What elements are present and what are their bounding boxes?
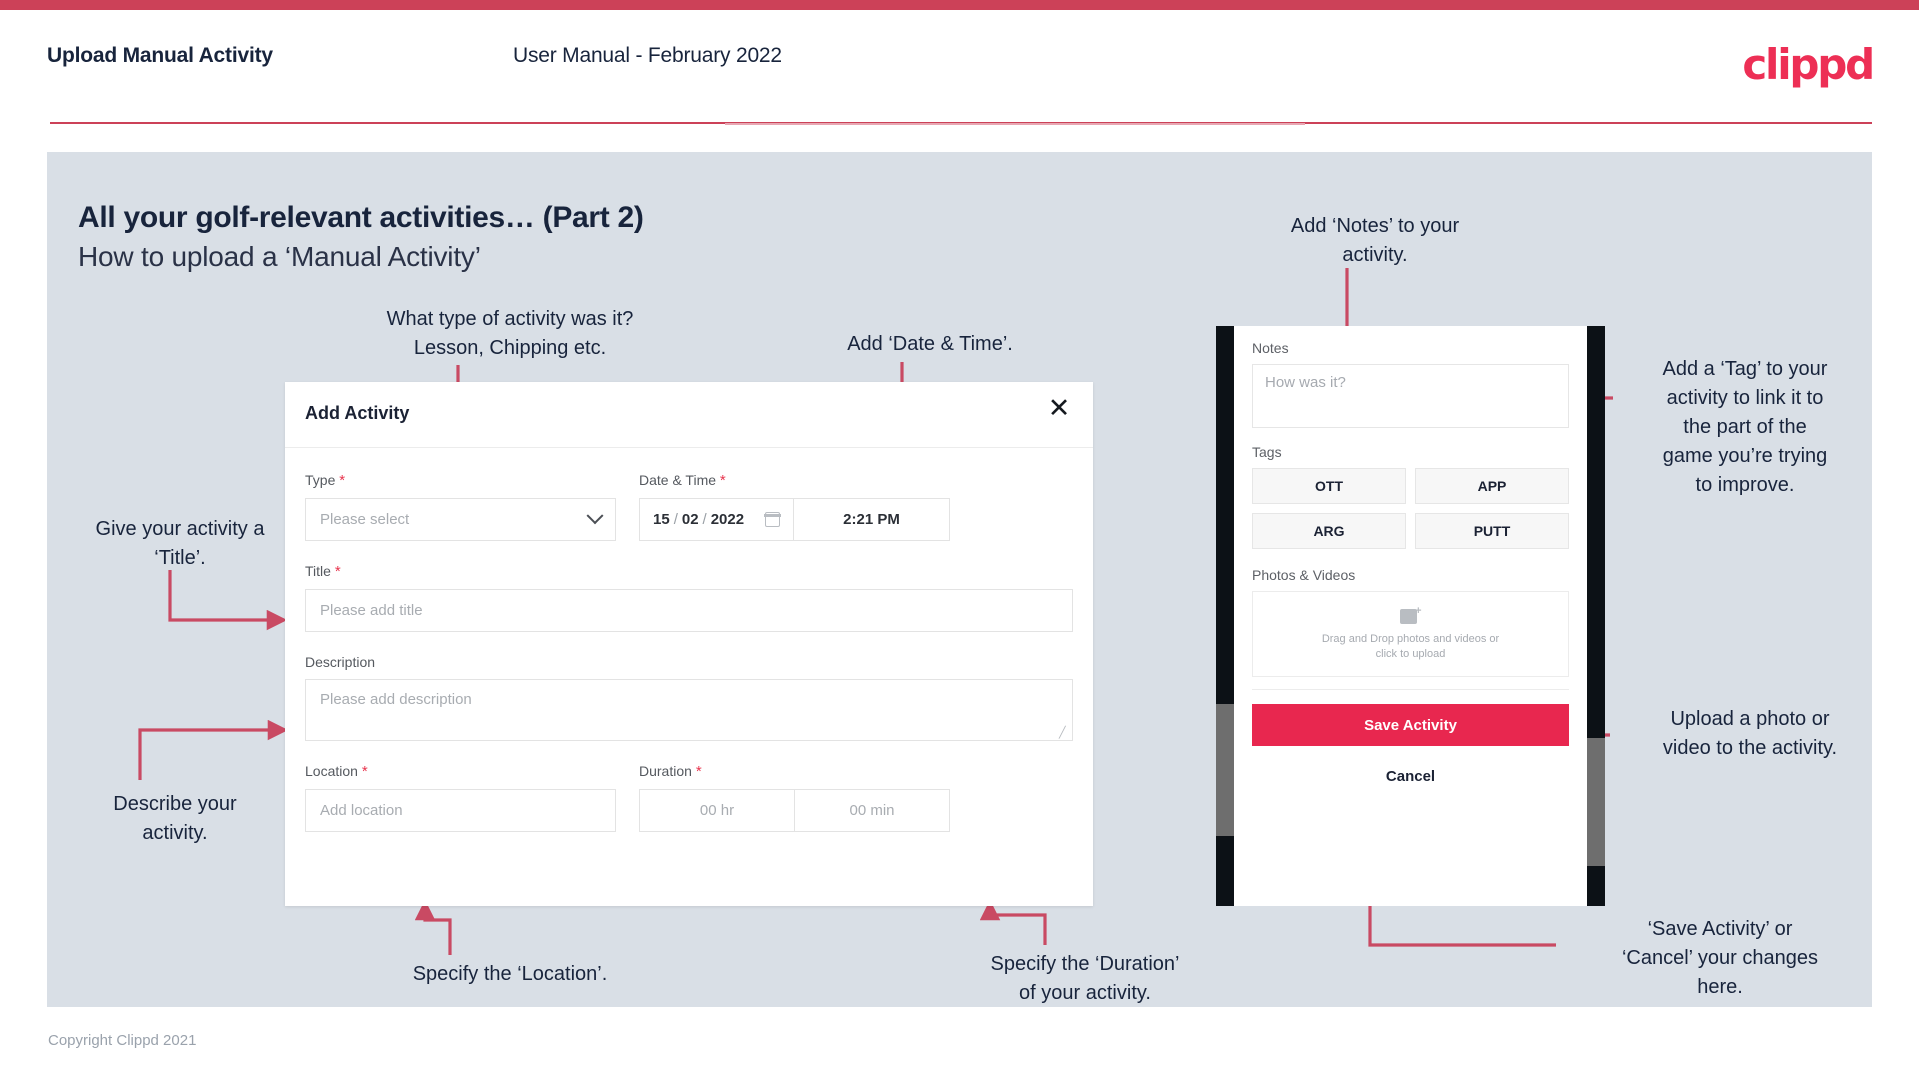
tag-app[interactable]: APP bbox=[1415, 468, 1569, 504]
header-subtitle: User Manual - February 2022 bbox=[513, 44, 782, 67]
dialog-body: Type * Please select Date & Time * 15 / … bbox=[285, 448, 1093, 854]
required-marker: * bbox=[695, 763, 702, 780]
date-sep: / bbox=[673, 511, 678, 528]
save-activity-button[interactable]: Save Activity bbox=[1252, 704, 1569, 746]
time-value: 2:21 PM bbox=[843, 511, 900, 528]
slide-page: Upload Manual Activity User Manual - Feb… bbox=[0, 0, 1919, 1079]
copyright-text: Copyright Clippd 2021 bbox=[48, 1032, 197, 1049]
annotation-title: Give your activity a ‘Title’. bbox=[95, 518, 265, 569]
date-day: 15 bbox=[653, 511, 670, 528]
duration-hours-input[interactable]: 00 hr bbox=[639, 789, 795, 832]
field-description-label: Description bbox=[305, 654, 1073, 670]
description-placeholder: Please add description bbox=[320, 691, 472, 708]
field-description: Description Please add description ╱ bbox=[305, 654, 1073, 741]
top-accent-bar bbox=[0, 0, 1919, 10]
required-marker: * bbox=[719, 472, 726, 489]
annotation-save-cancel: ‘Save Activity’ or ‘Cancel’ your changes h… bbox=[1621, 918, 1819, 998]
field-description-label-text: Description bbox=[305, 654, 376, 670]
dropzone-line-1: Drag and Drop photos and videos or bbox=[1321, 632, 1500, 645]
chevron-down-icon bbox=[586, 506, 604, 524]
field-duration: Duration * 00 hr 00 min bbox=[639, 763, 950, 832]
tags-grid: OTT APP ARG PUTT bbox=[1252, 468, 1569, 549]
field-location-label-text: Location bbox=[305, 763, 358, 779]
required-marker: * bbox=[334, 563, 341, 580]
close-icon[interactable]: ✕ bbox=[1043, 394, 1075, 426]
notes-label: Notes bbox=[1252, 340, 1289, 356]
tag-ott[interactable]: OTT bbox=[1252, 468, 1406, 504]
field-location-label: Location * bbox=[305, 763, 616, 780]
field-date-time-label-text: Date & Time bbox=[639, 472, 717, 488]
slide-title: All your golf-relevant activities… (Part… bbox=[78, 201, 644, 234]
duration-minutes-placeholder: 00 min bbox=[849, 802, 895, 819]
photos-label: Photos & Videos bbox=[1252, 567, 1356, 583]
type-select-placeholder: Please select bbox=[320, 511, 410, 528]
tags-label: Tags bbox=[1252, 444, 1282, 460]
field-title: Title * Please add title bbox=[305, 563, 1073, 632]
title-placeholder: Please add title bbox=[320, 602, 423, 619]
add-image-icon: + bbox=[1399, 605, 1422, 625]
notes-input[interactable]: How was it? bbox=[1252, 364, 1569, 428]
description-textarea[interactable]: Please add description ╱ bbox=[305, 679, 1073, 741]
date-sep-2: / bbox=[702, 511, 707, 528]
notes-placeholder: How was it? bbox=[1265, 374, 1346, 391]
field-title-label: Title * bbox=[305, 563, 1073, 580]
location-input[interactable]: Add location bbox=[305, 789, 616, 832]
field-duration-label: Duration * bbox=[639, 763, 950, 780]
date-month: 02 bbox=[681, 511, 699, 528]
phone-side-button-right bbox=[1587, 738, 1605, 866]
annotation-photos: Upload a photo or video to the activity. bbox=[1662, 708, 1838, 759]
date-input[interactable]: 15 / 02 / 2022 bbox=[639, 498, 794, 541]
field-type: Type * Please select bbox=[305, 472, 616, 541]
required-marker: * bbox=[361, 763, 368, 780]
clippd-logo: clippd bbox=[1742, 40, 1875, 89]
header-divider-faint bbox=[725, 123, 1305, 125]
add-activity-dialog: Add Activity ✕ Type * Please select Date… bbox=[285, 382, 1093, 906]
phone-screen: Notes How was it? Tags OTT APP ARG PUTT … bbox=[1234, 326, 1587, 906]
dialog-title: Add Activity bbox=[305, 403, 410, 423]
required-marker: * bbox=[339, 472, 346, 489]
tag-arg[interactable]: ARG bbox=[1252, 513, 1406, 549]
field-date-time-label: Date & Time * bbox=[639, 472, 950, 489]
field-duration-label-text: Duration bbox=[639, 763, 692, 779]
title-input[interactable]: Please add title bbox=[305, 589, 1073, 632]
cancel-button[interactable]: Cancel bbox=[1252, 768, 1569, 785]
dropzone-line-2: click to upload bbox=[1375, 647, 1446, 660]
phone-mockup: Notes How was it? Tags OTT APP ARG PUTT … bbox=[1216, 326, 1605, 906]
annotation-notes: Add ‘Notes’ to your activity. bbox=[1290, 215, 1460, 266]
page-title: Upload Manual Activity bbox=[47, 44, 273, 67]
annotation-duration: Specify the ‘Duration’ of your activity. bbox=[990, 953, 1180, 1004]
phone-side-button-left bbox=[1216, 704, 1234, 836]
date-year: 2022 bbox=[710, 511, 745, 528]
tag-putt[interactable]: PUTT bbox=[1415, 513, 1569, 549]
location-placeholder: Add location bbox=[320, 802, 403, 819]
dialog-header: Add Activity ✕ bbox=[285, 382, 1093, 448]
calendar-icon[interactable] bbox=[764, 512, 781, 527]
field-location: Location * Add location bbox=[305, 763, 616, 832]
annotation-date-time: Add ‘Date & Time’. bbox=[847, 333, 1013, 355]
duration-group: 00 hr 00 min bbox=[639, 789, 950, 832]
field-date-time: Date & Time * 15 / 02 / 2022 2:21 PM bbox=[639, 472, 950, 541]
annotation-description: Describe your activity. bbox=[113, 793, 237, 844]
annotation-location: Specify the ‘Location’. bbox=[412, 963, 608, 985]
duration-minutes-input[interactable]: 00 min bbox=[795, 789, 950, 832]
duration-hours-placeholder: 00 hr bbox=[699, 802, 735, 819]
annotation-tags: Add a ‘Tag’ to your activity to link it t… bbox=[1662, 358, 1828, 496]
field-title-label-text: Title bbox=[305, 563, 331, 579]
annotation-type: What type of activity was it? Lesson, Chi… bbox=[386, 308, 634, 359]
photo-dropzone[interactable]: + Drag and Drop photos and videos or cli… bbox=[1252, 591, 1569, 677]
date-time-group: 15 / 02 / 2022 2:21 PM bbox=[639, 498, 950, 541]
slide-subtitle: How to upload a ‘Manual Activity’ bbox=[78, 241, 481, 272]
time-input[interactable]: 2:21 PM bbox=[794, 498, 950, 541]
resize-grip-icon[interactable]: ╱ bbox=[1059, 728, 1069, 739]
phone-divider bbox=[1252, 689, 1569, 690]
field-type-label-text: Type bbox=[305, 472, 336, 488]
field-type-label: Type * bbox=[305, 472, 616, 489]
type-select[interactable]: Please select bbox=[305, 498, 616, 541]
